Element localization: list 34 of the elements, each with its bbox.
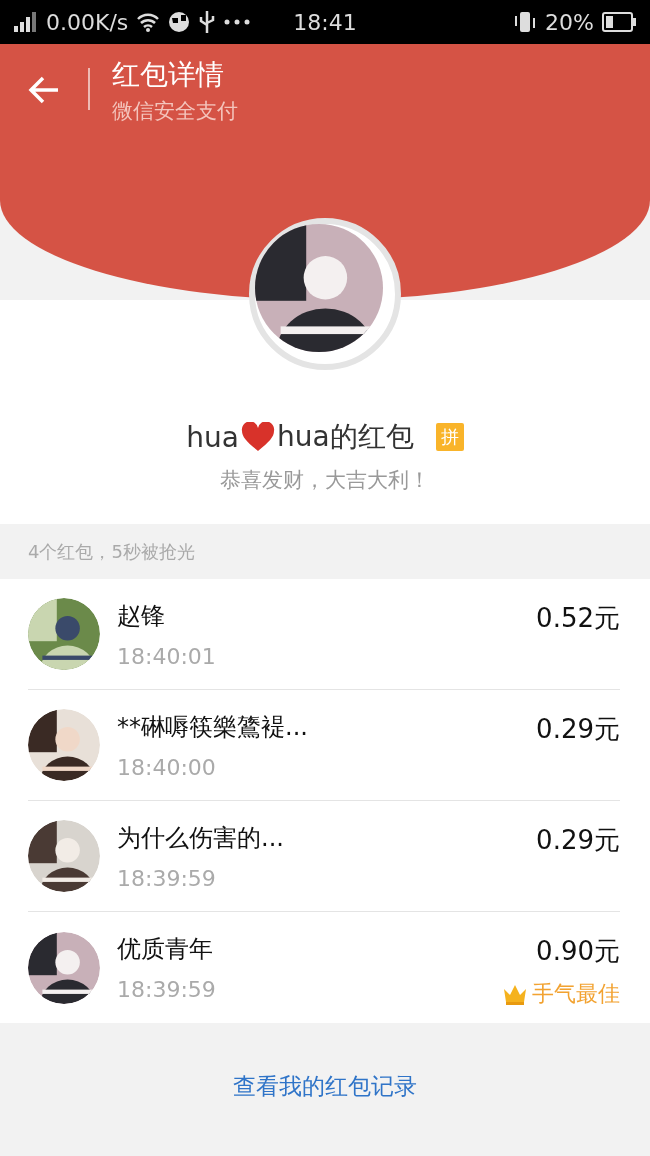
heart-icon	[241, 422, 275, 452]
crown-icon	[502, 983, 528, 1005]
vibrate-icon	[513, 10, 538, 34]
battery-icon	[602, 12, 636, 32]
more-icon	[224, 19, 251, 25]
globe-icon	[168, 11, 191, 33]
back-arrow-icon[interactable]	[28, 76, 60, 104]
recipient-name: 赵锋	[117, 600, 166, 632]
amount: 0.52元	[536, 602, 620, 635]
recipient-name: **碄嗕筷樂鷟褆...	[117, 711, 309, 743]
claim-time: 18:40:00	[117, 754, 217, 780]
recipient-name: 为什么伤害的...	[117, 822, 285, 854]
claim-time: 18:40:01	[117, 643, 217, 669]
sender-name: hua的红包	[277, 419, 414, 455]
amount: 0.29元	[536, 824, 620, 857]
history-link[interactable]: 查看我的红包记录	[233, 1070, 417, 1102]
signal-icon	[14, 12, 38, 32]
claim-time: 18:39:59	[117, 977, 217, 1002]
amount: 0.90元	[536, 935, 620, 968]
summary-text: 4个红包，5秒被抢光	[28, 539, 195, 564]
page-subtitle: 微信安全支付	[112, 98, 238, 125]
amount: 0.29元	[536, 713, 620, 746]
usb-icon	[198, 11, 217, 33]
page-title: 红包详情	[112, 58, 225, 92]
greeting-text: 恭喜发财，大吉大利！	[220, 467, 430, 494]
best-luck-label: 手气最佳	[532, 980, 620, 1008]
sender-name: hua	[186, 420, 239, 454]
wifi-icon	[136, 12, 161, 32]
battery-level: 20%	[545, 9, 594, 35]
recipient-name: 优质青年	[117, 934, 214, 965]
group-badge: 拼	[435, 423, 464, 451]
clock: 18:41	[293, 9, 357, 35]
network-speed: 0.00K/s	[46, 9, 129, 35]
claim-time: 18:39:59	[117, 865, 217, 891]
